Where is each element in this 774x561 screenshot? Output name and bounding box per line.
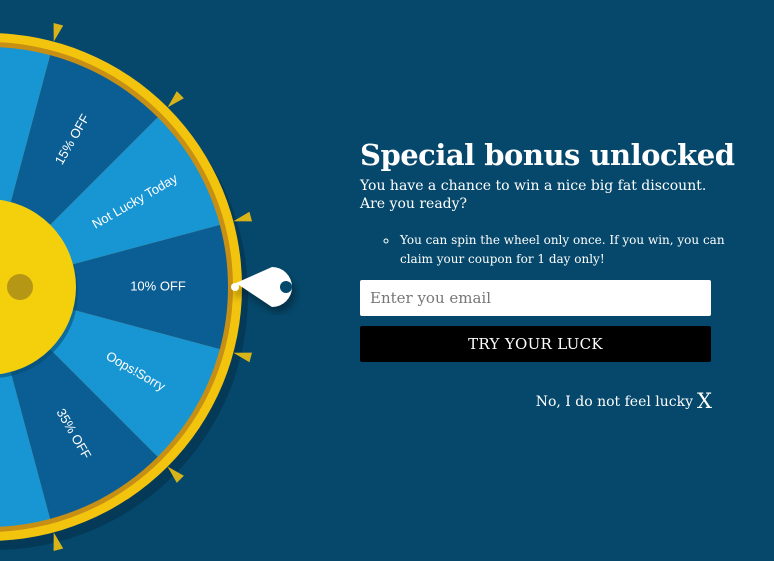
decline-label: No, I do not feel lucky	[535, 394, 694, 410]
rule-item: You can spin the wheel only once. If you…	[398, 231, 760, 269]
decline-link[interactable]: No, I do not feel lucky X	[536, 389, 712, 413]
subtitle-line-2: Are you ready?	[360, 196, 468, 212]
subtitle-line-1: You have a chance to win a nice big fat …	[360, 178, 707, 194]
wheel-hub-center	[7, 274, 33, 300]
spin-wheel-popup: 10% OFFNot Lucky Today15% OFFOops!SorryN…	[0, 0, 774, 561]
try-your-luck-button[interactable]: TRY YOUR LUCK	[360, 326, 711, 362]
wheel-peg	[53, 22, 64, 42]
signup-panel: Special bonus unlocked You have a chance…	[360, 138, 760, 413]
close-icon[interactable]: X	[697, 389, 712, 413]
page-title: Special bonus unlocked	[360, 138, 735, 172]
rules-list: You can spin the wheel only once. If you…	[360, 231, 760, 269]
wheel-segment-label: 10% OFF	[130, 278, 186, 293]
popup-subtitle: You have a chance to win a nice big fat …	[360, 177, 760, 213]
email-field[interactable]	[360, 280, 711, 316]
prize-wheel: 10% OFFNot Lucky Today15% OFFOops!SorryN…	[0, 22, 292, 552]
